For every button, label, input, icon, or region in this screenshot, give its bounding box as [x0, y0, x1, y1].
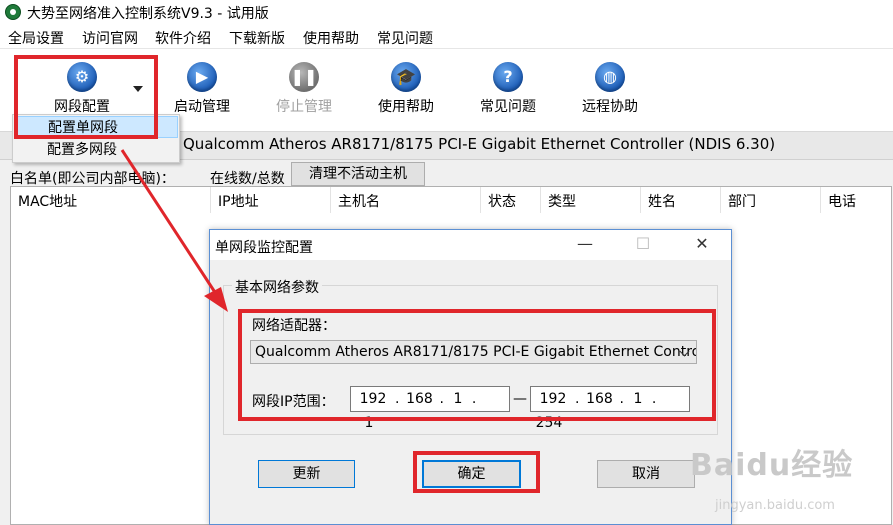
column-divider[interactable] — [210, 187, 211, 213]
watermark-logo: Baidu经验 — [690, 448, 854, 483]
play-icon: ▶ — [187, 62, 217, 92]
faq-button[interactable]: ? 常见问题 — [468, 60, 548, 120]
watermark-url: jingyan.baidu.com — [715, 498, 835, 513]
annotation-box-ok — [413, 451, 540, 493]
annotation-box-toolbar — [14, 55, 158, 139]
minimize-icon[interactable]: — — [565, 233, 605, 255]
globe-icon: ◍ — [595, 62, 625, 92]
column-header-phone[interactable]: 电话 — [828, 191, 856, 211]
graduation-cap-icon: 🎓 — [391, 62, 421, 92]
online-count-label: 在线数/总数 — [210, 171, 285, 187]
start-management-button[interactable]: ▶ 启动管理 — [162, 60, 242, 120]
column-divider[interactable] — [640, 187, 641, 213]
adapter-name: Qualcomm Atheros AR8171/8175 PCI-E Gigab… — [183, 135, 776, 153]
menu-global-settings[interactable]: 全局设置 — [8, 28, 64, 48]
menu-download-new[interactable]: 下载新版 — [229, 28, 285, 48]
menu-item-multi-segment[interactable]: 配置多网段 — [14, 139, 178, 161]
annotation-box-params — [238, 309, 716, 421]
menu-visit-website[interactable]: 访问官网 — [82, 28, 138, 48]
column-divider[interactable] — [480, 187, 481, 213]
app-icon — [5, 4, 21, 20]
column-divider[interactable] — [330, 187, 331, 213]
dialog-title: 单网段监控配置 — [215, 240, 313, 256]
update-button[interactable]: 更新 — [258, 460, 355, 488]
window-title: 大势至网络准入控制系统V9.3 - 试用版 — [27, 6, 269, 22]
maximize-icon[interactable]: ☐ — [623, 233, 663, 255]
menu-help[interactable]: 使用帮助 — [303, 28, 359, 48]
column-header-department[interactable]: 部门 — [728, 191, 756, 211]
question-icon: ? — [493, 62, 523, 92]
clear-inactive-hosts-button[interactable]: 清理不活动主机 — [291, 162, 425, 186]
close-icon[interactable]: ✕ — [682, 233, 722, 255]
group-label: 基本网络参数 — [232, 277, 322, 297]
column-header-name[interactable]: 姓名 — [648, 191, 676, 211]
remote-assist-button[interactable]: ◍ 远程协助 — [570, 60, 650, 120]
cancel-button[interactable]: 取消 — [597, 460, 695, 488]
stop-management-button[interactable]: ❚❚ 停止管理 — [264, 60, 344, 120]
column-header-mac[interactable]: MAC地址 — [18, 191, 77, 211]
column-divider[interactable] — [540, 187, 541, 213]
column-header-hostname[interactable]: 主机名 — [338, 191, 380, 211]
menu-software-intro[interactable]: 软件介绍 — [155, 28, 211, 48]
column-header-type[interactable]: 类型 — [548, 191, 576, 211]
column-header-ip[interactable]: IP地址 — [218, 191, 259, 211]
column-divider[interactable] — [720, 187, 721, 213]
column-divider[interactable] — [820, 187, 821, 213]
help-button[interactable]: 🎓 使用帮助 — [366, 60, 446, 120]
menu-faq[interactable]: 常见问题 — [377, 28, 433, 48]
pause-icon: ❚❚ — [289, 62, 319, 92]
column-header-status[interactable]: 状态 — [488, 191, 516, 211]
whitelist-label: 白名单(即公司内部电脑)： — [10, 171, 175, 187]
